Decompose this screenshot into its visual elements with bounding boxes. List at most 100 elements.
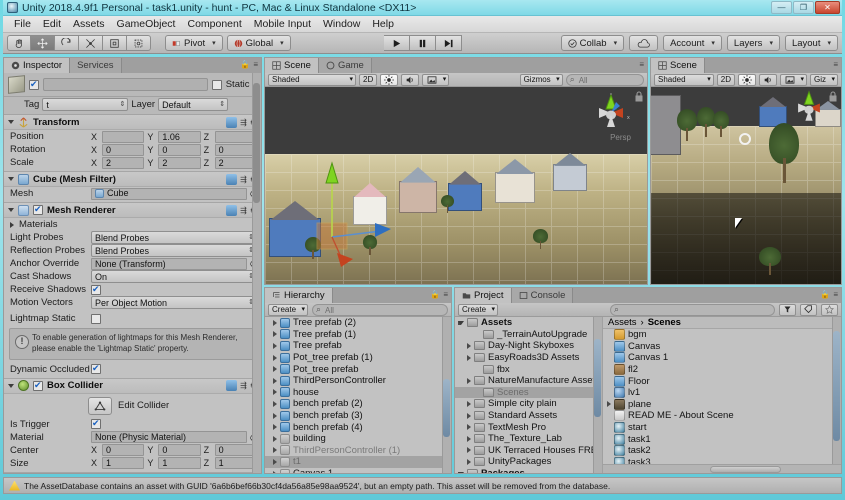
project-tree-item[interactable]: NatureManufacture Assets - (455, 375, 602, 387)
menu-gameobject[interactable]: GameObject (111, 17, 182, 31)
preset-icon[interactable]: ⇶ (240, 206, 247, 215)
pause-button[interactable] (410, 35, 436, 51)
center-y-input[interactable]: 0 (158, 444, 200, 456)
lightmap-static-checkbox[interactable] (91, 314, 101, 324)
gizmos-dropdown[interactable]: Gizmos (520, 74, 563, 86)
position-z-input[interactable] (215, 131, 257, 143)
materials-row[interactable]: Materials (4, 218, 261, 231)
expand-icon[interactable] (467, 355, 471, 361)
expand-icon[interactable] (273, 378, 277, 384)
tag-dropdown[interactable]: t (42, 98, 128, 111)
tab-scene[interactable]: Scene (265, 58, 319, 73)
gameobject-name-input[interactable] (43, 78, 208, 91)
project-search-input[interactable] (610, 304, 775, 316)
scene-fx-button[interactable] (422, 74, 449, 86)
cast-shadows-dropdown[interactable]: On (91, 270, 257, 283)
menu-assets[interactable]: Assets (67, 17, 111, 31)
light-probes-dropdown[interactable]: Blend Probes (91, 231, 257, 244)
size-z-input[interactable]: 1 (215, 457, 257, 469)
transform-tool-icon[interactable] (127, 35, 151, 51)
inspector-scroll-thumb[interactable] (253, 83, 260, 203)
preset-icon[interactable]: ⇶ (240, 175, 247, 184)
hand-tool-icon[interactable] (7, 35, 31, 51)
transform-header[interactable]: Transform ⇶⚙ (4, 115, 261, 130)
hierarchy-search-input[interactable]: All (312, 304, 448, 316)
mesh-renderer-enabled-checkbox[interactable] (33, 205, 43, 215)
rotation-y-input[interactable]: 0 (158, 144, 200, 156)
size-x-input[interactable]: 1 (102, 457, 144, 469)
2d-toggle-button[interactable]: 2D (359, 74, 377, 86)
center-x-input[interactable]: 0 (102, 444, 144, 456)
tab-hierarchy[interactable]: Hierarchy (265, 288, 333, 303)
tab-inspector[interactable]: Inspector (4, 58, 70, 73)
play-button[interactable] (384, 35, 410, 51)
hierarchy-item[interactable]: t1 (265, 456, 451, 468)
project-tree-item[interactable]: fbx (455, 363, 602, 375)
static-checkbox[interactable] (212, 80, 222, 90)
minimize-button[interactable]: — (771, 1, 792, 14)
asset-item[interactable]: task3 (603, 457, 832, 464)
project-folder-tree[interactable]: Assets_TerrainAutoUpgradeDay-Night Skybo… (455, 317, 603, 473)
hierarchy-item[interactable]: ThirdPersonController› (265, 375, 451, 387)
hierarchy-tab-menu[interactable]: 🔒≡ (430, 290, 448, 299)
menu-mobile-input[interactable]: Mobile Input (248, 17, 317, 31)
asset-item[interactable]: READ ME - About Scene (603, 410, 832, 422)
dynamic-occluded-checkbox[interactable] (91, 364, 101, 374)
expand-icon[interactable] (273, 389, 277, 395)
menu-icon[interactable]: ≡ (253, 60, 258, 69)
expand-icon[interactable] (467, 401, 471, 407)
motion-vectors-dropdown[interactable]: Per Object Motion (91, 296, 257, 309)
scale-z-input[interactable]: 2 (215, 157, 257, 169)
expand-icon[interactable] (467, 459, 471, 465)
reflection-probes-dropdown[interactable]: Blend Probes (91, 244, 257, 257)
lock-icon[interactable]: 🔒 (820, 290, 830, 299)
axis-gizmo-icon[interactable] (789, 89, 829, 127)
anchor-override-field[interactable]: None (Transform) (91, 258, 247, 270)
scene2-lighting-button[interactable] (738, 74, 756, 86)
edit-collider-button[interactable] (88, 397, 112, 415)
inspector-tab-menu[interactable]: 🔒≡ (240, 60, 258, 69)
pivot-button[interactable]: Pivot (165, 35, 223, 51)
asset-item[interactable]: bgm (603, 329, 832, 341)
cloud-button[interactable] (629, 35, 658, 51)
asset-item[interactable]: Canvas (603, 341, 832, 353)
collapse-icon[interactable] (8, 120, 14, 124)
expand-icon[interactable] (458, 472, 464, 473)
project-tree-scroll-thumb[interactable] (594, 339, 601, 417)
hierarchy-item[interactable]: house› (265, 387, 451, 399)
project-tree-item[interactable]: The_Texture_Lab (455, 433, 602, 445)
step-button[interactable] (436, 35, 462, 51)
project-tree-item[interactable]: Assets (455, 317, 602, 329)
tab-console[interactable]: Console (512, 288, 574, 303)
project-tree-item[interactable]: Packages (455, 468, 602, 473)
status-bar[interactable]: The AssetDatabase contains an asset with… (3, 477, 842, 494)
hierarchy-scrollbar[interactable] (442, 317, 451, 473)
position-x-input[interactable] (102, 131, 144, 143)
help-icon[interactable] (226, 117, 237, 128)
preset-icon[interactable]: ⇶ (240, 381, 247, 390)
scale-y-input[interactable]: 2 (158, 157, 200, 169)
project-tab-menu[interactable]: 🔒≡ (820, 290, 838, 299)
asset-scrollbar[interactable] (832, 317, 841, 464)
asset-scroll-thumb[interactable] (833, 331, 840, 441)
help-icon[interactable] (226, 174, 237, 185)
position-y-input[interactable]: 1.06 (158, 131, 200, 143)
shading-mode-dropdown-2[interactable]: Shaded (654, 74, 714, 86)
rect-tool-icon[interactable] (103, 35, 127, 51)
hierarchy-item[interactable]: Pot_tree prefab (1)› (265, 352, 451, 364)
asset-item[interactable]: start (603, 422, 832, 434)
project-tree-item[interactable]: UnityPackages (455, 456, 602, 468)
scene2-tab-menu[interactable]: ≡ (833, 60, 838, 69)
box-collider-header[interactable]: Box Collider ⇶⚙ (4, 379, 261, 394)
scale-x-input[interactable]: 2 (102, 157, 144, 169)
hierarchy-item[interactable]: bench prefab (3)› (265, 410, 451, 422)
scene-tab-menu[interactable]: ≡ (639, 60, 644, 69)
project-tree-item[interactable]: Simple city plain (455, 398, 602, 410)
is-trigger-checkbox[interactable] (91, 419, 101, 429)
search-by-label-button[interactable] (800, 304, 817, 316)
help-icon[interactable] (226, 380, 237, 391)
tab-services[interactable]: Services (70, 58, 121, 73)
global-button[interactable]: Global (227, 35, 291, 51)
hierarchy-item[interactable]: Tree prefab (1)› (265, 329, 451, 341)
lock-icon[interactable]: 🔒 (240, 60, 250, 69)
